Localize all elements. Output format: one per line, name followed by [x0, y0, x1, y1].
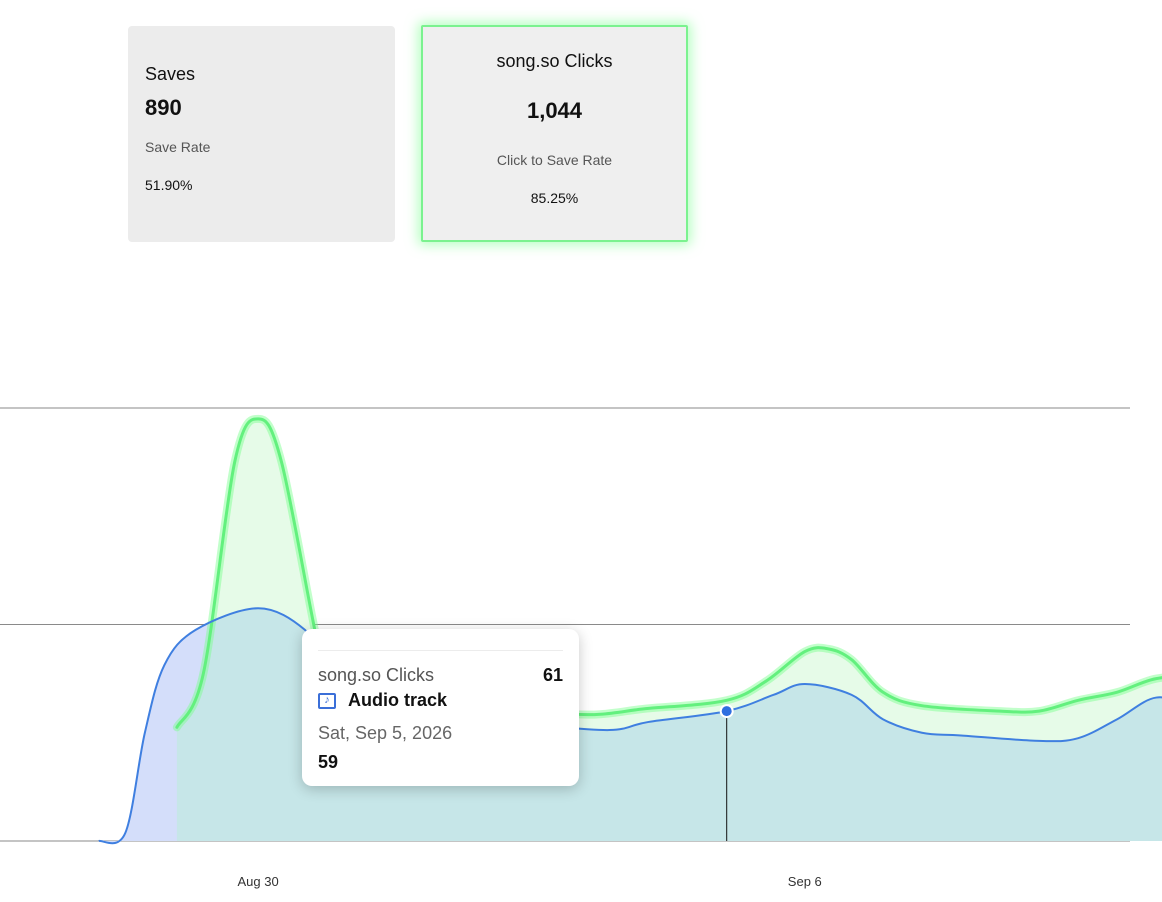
- tooltip-date: Sat, Sep 5, 2026: [318, 723, 453, 743]
- series-areas: [98, 418, 1162, 844]
- area-chart[interactable]: Aug 30 Sep 6: [0, 0, 1162, 902]
- x-tick-label: Aug 30: [237, 874, 278, 889]
- tooltip-track-name: Audio track: [348, 690, 448, 710]
- music-note-icon: ♪: [318, 692, 336, 709]
- x-tick-label: Sep 6: [788, 874, 822, 889]
- tooltip-series-label: song.so Clicks: [318, 665, 435, 685]
- tooltip-divider: [318, 650, 563, 651]
- tooltip-series-value: 61: [542, 665, 563, 685]
- tooltip-value: 59: [318, 752, 339, 772]
- hover-point: [721, 706, 732, 717]
- chart-tooltip: song.so Clicks 61 ♪ Audio track Sat, Sep…: [302, 629, 579, 786]
- x-axis-ticks: Aug 30 Sep 6: [237, 874, 821, 889]
